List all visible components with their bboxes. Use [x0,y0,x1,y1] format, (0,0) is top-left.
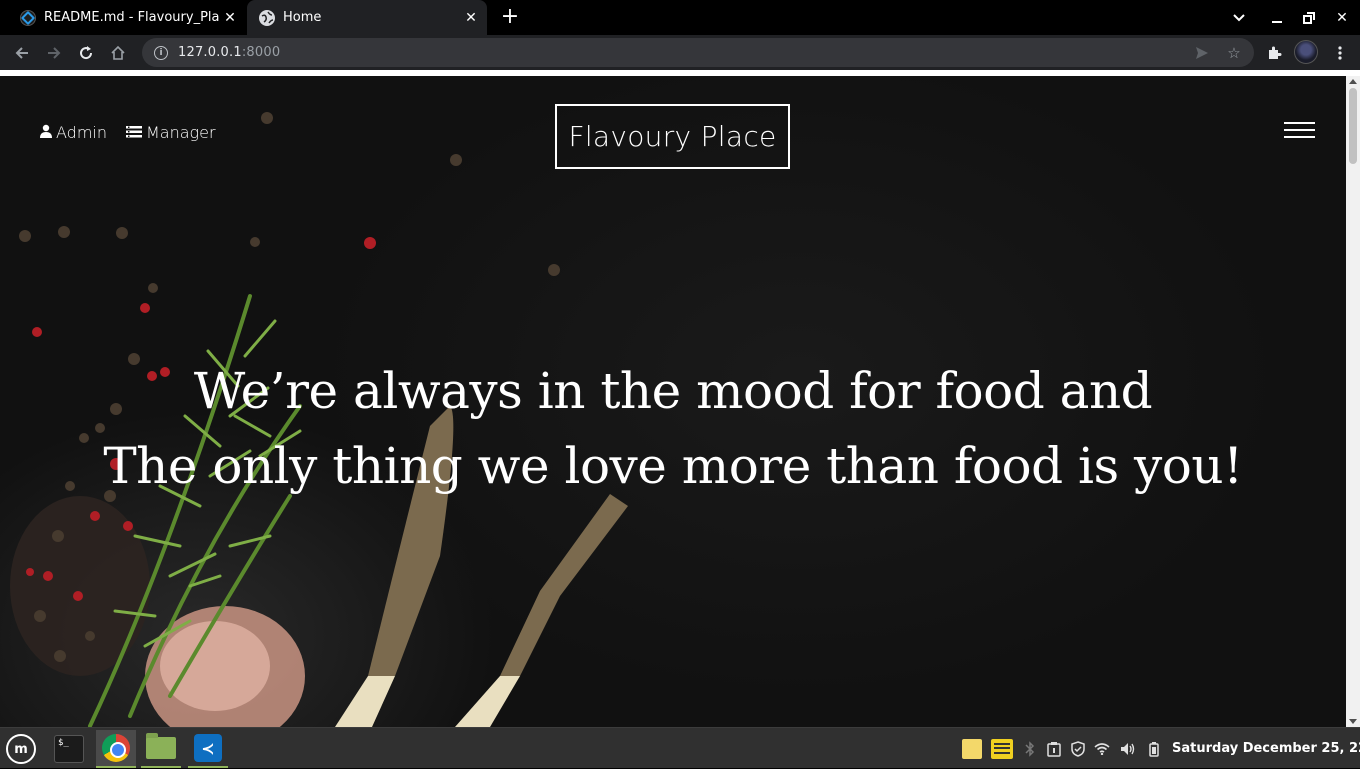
terminal-icon: $_ [54,735,84,763]
brand-name: Flavoury Place [568,120,777,153]
task-list-tray[interactable] [989,728,1015,769]
sticky-notes-tray[interactable] [960,728,984,769]
tab-search-icon[interactable] [1222,0,1256,35]
battery-icon[interactable] [1145,728,1163,769]
chrome-icon [102,734,130,762]
forward-button[interactable] [40,39,68,67]
admin-link[interactable]: Admin [40,123,107,142]
clipboard-icon[interactable] [1044,728,1064,769]
hero-line-1: We’re always in the mood for food and [193,362,1153,420]
manager-link[interactable]: Manager [126,123,216,142]
close-icon[interactable]: ✕ [220,10,240,26]
tab-title: README.md - Flavoury_Place [44,10,220,25]
tab-home[interactable]: Home ✕ [247,0,487,35]
manager-label: Manager [146,123,216,142]
taskbar: m $_ ≺ Saturday December 25, 22:09 [0,727,1360,768]
mint-menu-button[interactable]: m [1,730,41,768]
page-scrollbar[interactable] [1346,76,1360,727]
bookmark-star-icon[interactable]: ☆ [1220,38,1248,67]
hero-line-2: The only thing we love more than food is… [103,437,1243,495]
tab-readme[interactable]: README.md - Flavoury_Place ✕ [8,0,246,35]
scroll-down-arrow-icon[interactable] [1349,719,1357,724]
hamburger-menu-icon[interactable] [1284,122,1315,142]
more-menu-icon[interactable] [1326,39,1354,67]
new-tab-button[interactable]: + [498,4,522,30]
address-bar[interactable]: i 127.0.0.1:8000 ☆ [142,38,1254,67]
url-host: 127.0.0.1 [178,45,242,60]
profile-avatar[interactable] [1294,40,1318,64]
mint-menu-icon: m [6,734,36,764]
chrome-taskbar-button[interactable] [96,730,136,768]
url-port: :8000 [241,45,281,60]
terminal-button[interactable]: $_ [49,730,89,768]
globe-icon [259,9,275,26]
info-icon[interactable]: i [154,45,168,60]
tab-title: Home [283,10,322,25]
shield-icon[interactable] [1068,728,1088,769]
volume-icon[interactable] [1118,728,1138,769]
back-button[interactable] [8,39,36,67]
send-icon[interactable] [1188,38,1216,67]
scroll-thumb[interactable] [1349,88,1357,164]
hero-tagline: We’re always in the mood for food and Th… [0,354,1346,504]
list-icon [126,123,142,142]
user-icon [40,123,52,142]
minimize-button[interactable] [1260,0,1294,35]
bluetooth-icon[interactable] [1020,728,1040,769]
vscode-icon [20,9,36,26]
vscode-icon: ≺ [194,734,222,762]
extensions-icon[interactable] [1260,39,1288,67]
tab-strip: README.md - Flavoury_Place ✕ Home ✕ + ✕ [0,0,1360,35]
clock[interactable]: Saturday December 25, 22:09 [1172,728,1360,769]
browser-toolbar: i 127.0.0.1:8000 ☆ [0,35,1360,70]
home-button[interactable] [104,39,132,67]
hero-section: Admin Manager Flavoury Place We’re alway… [0,76,1346,727]
close-window-button[interactable]: ✕ [1325,0,1359,35]
task-list-icon [991,738,1013,759]
site-logo[interactable]: Flavoury Place [555,104,790,169]
close-icon[interactable]: ✕ [461,10,481,26]
wifi-icon[interactable] [1092,728,1112,769]
restore-button[interactable] [1292,0,1326,35]
file-manager-button[interactable] [141,730,181,768]
url-text: 127.0.0.1:8000 [178,45,280,60]
sticky-note-icon [962,738,982,759]
scroll-up-arrow-icon[interactable] [1349,79,1357,84]
file-manager-icon [146,733,176,759]
reload-button[interactable] [72,39,100,67]
vscode-taskbar-button[interactable]: ≺ [188,730,228,768]
admin-label: Admin [56,123,107,142]
